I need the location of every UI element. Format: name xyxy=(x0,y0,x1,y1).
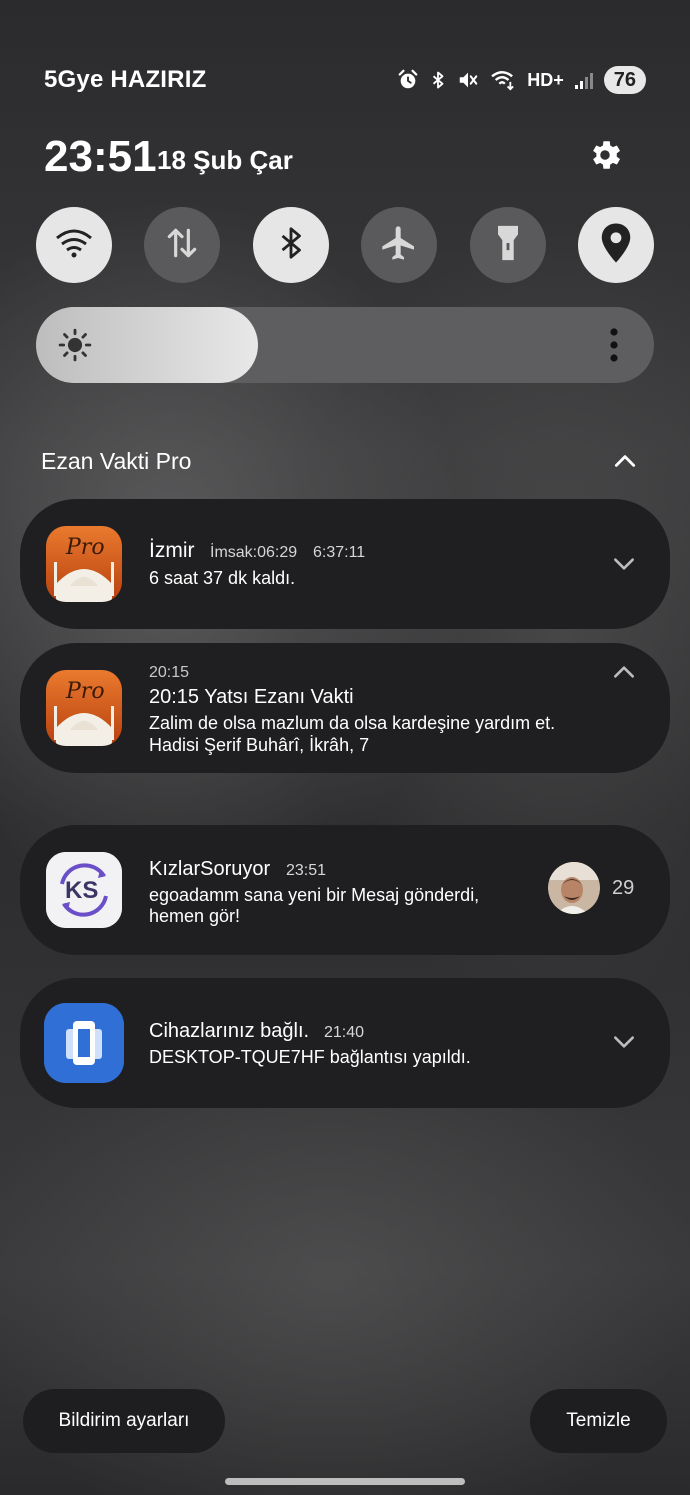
brightness-more-options-icon[interactable] xyxy=(604,326,624,366)
network-type-label: HD+ xyxy=(527,69,564,90)
notification-time: 20:15 xyxy=(149,664,190,681)
notification-title: KızlarSoruyor xyxy=(149,858,271,880)
notification-card[interactable]: Pro 20:15 20:15 Yatsı Ezanı Vakti Zalim … xyxy=(20,643,670,773)
kizlarsoruyor-app-icon: KS xyxy=(46,852,122,928)
mobile-data-toggle[interactable] xyxy=(144,207,220,283)
notification-body-line2: hemen gör! xyxy=(149,906,241,926)
link-to-windows-app-icon xyxy=(44,1003,124,1083)
bluetooth-icon xyxy=(274,223,308,268)
notification-title: 20:15 Yatsı Ezanı Vakti xyxy=(149,686,354,708)
sender-avatar xyxy=(548,862,600,914)
home-gesture-bar[interactable] xyxy=(225,1478,465,1485)
ks-icon-text: KS xyxy=(65,877,98,904)
date[interactable]: 18 Şub Çar xyxy=(157,145,293,176)
wifi-toggle[interactable] xyxy=(36,207,112,283)
signal-icon xyxy=(574,70,594,90)
ezan-vakti-app-icon: Pro xyxy=(46,670,122,746)
notification-title: Cihazlarınız bağlı. xyxy=(149,1020,310,1042)
notification-body-line1: egoadamm sana yeni bir Mesaj gönderdi, xyxy=(149,885,480,905)
notification-time: 21:40 xyxy=(324,1024,365,1041)
notification-body-line1: Zalim de olsa mazlum da olsa kardeşine y… xyxy=(149,713,556,733)
status-icons: HD+ 76 xyxy=(397,64,646,96)
data-transfer-icon xyxy=(163,224,201,267)
notification-title: İzmir xyxy=(149,539,195,562)
chevron-down-icon[interactable] xyxy=(611,551,637,577)
airplane-icon xyxy=(379,223,419,268)
carrier-label: 5Gye HAZIRIZ xyxy=(44,66,207,93)
alarm-icon xyxy=(397,69,419,91)
notification-card[interactable]: Pro İzmir İmsak:06:29 6:37:11 6 saat 37 … xyxy=(20,499,670,629)
flashlight-icon xyxy=(493,223,523,268)
notification-body-line2: Hadisi Şerif Buhârî, İkrâh, 7 xyxy=(149,735,370,755)
location-pin-icon xyxy=(598,222,634,269)
bluetooth-toggle[interactable] xyxy=(253,207,329,283)
battery-indicator: 76 xyxy=(603,66,646,94)
notification-imsak-time: İmsak:06:29 xyxy=(210,544,298,561)
notification-group-title[interactable]: Ezan Vakti Pro xyxy=(41,448,191,475)
clock[interactable]: 23:51 xyxy=(44,132,157,182)
bluetooth-icon xyxy=(429,69,447,91)
notification-settings-button[interactable]: Bildirim ayarları xyxy=(23,1389,225,1453)
flashlight-toggle[interactable] xyxy=(470,207,546,283)
settings-gear-icon[interactable] xyxy=(586,136,624,174)
airplane-mode-toggle[interactable] xyxy=(361,207,437,283)
notification-body: DESKTOP-TQUE7HF bağlantısı yapıldı. xyxy=(149,1047,471,1067)
clear-all-button[interactable]: Temizle xyxy=(530,1389,667,1453)
chevron-down-icon[interactable] xyxy=(611,1029,637,1055)
ezan-vakti-app-icon: Pro xyxy=(46,526,122,602)
mute-icon xyxy=(457,69,479,91)
notification-body: 6 saat 37 dk kaldı. xyxy=(149,568,296,588)
notification-card[interactable]: Cihazlarınız bağlı. 21:40 DESKTOP-TQUE7H… xyxy=(20,978,670,1108)
ezan-icon-text: Pro xyxy=(65,535,105,560)
location-toggle[interactable] xyxy=(578,207,654,283)
wifi-icon xyxy=(55,228,93,263)
chevron-up-icon[interactable] xyxy=(612,448,638,474)
wifi-icon xyxy=(489,69,517,91)
notification-time: 23:51 xyxy=(286,862,327,879)
ezan-icon-text: Pro xyxy=(65,679,105,704)
notification-count-badge: 29 xyxy=(612,877,635,899)
notification-countdown: 6:37:11 xyxy=(313,544,366,561)
brightness-sun-icon xyxy=(58,328,92,362)
notification-card[interactable]: KS KızlarSoruyor 23:51 egoadamm sana yen… xyxy=(20,825,670,955)
chevron-up-icon[interactable] xyxy=(611,659,637,685)
